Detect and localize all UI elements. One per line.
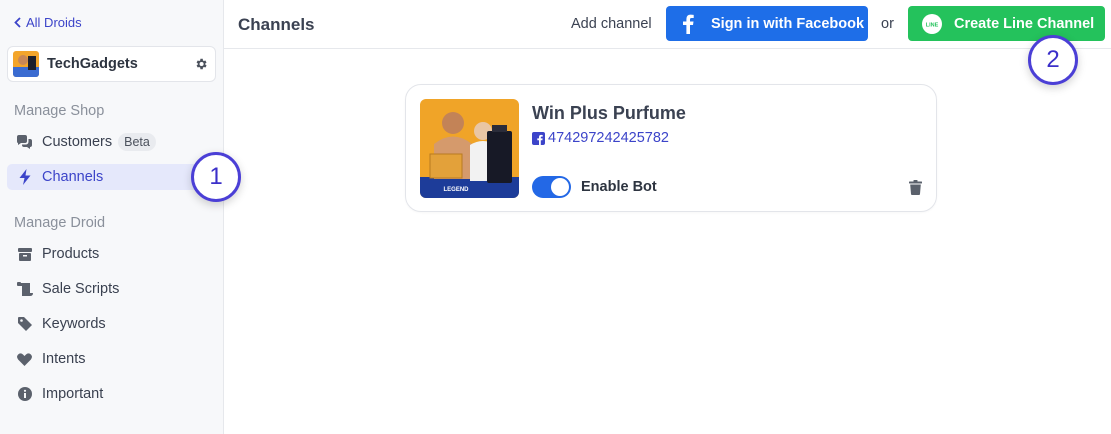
facebook-icon (683, 14, 694, 34)
page-title: Channels (238, 15, 315, 34)
add-channel-label: Add channel (571, 16, 652, 32)
sidebar-item-label: Sale Scripts (42, 281, 120, 297)
trash-icon[interactable] (909, 180, 922, 195)
sidebar-item-channels[interactable]: Channels (7, 164, 216, 190)
sidebar-item-label: Important (42, 386, 104, 402)
chat-icon (16, 134, 33, 151)
sidebar-item-sale-scripts[interactable]: Sale Scripts (7, 276, 216, 302)
box-icon (16, 246, 33, 263)
shop-avatar (13, 51, 39, 77)
or-label: or (881, 16, 894, 32)
sidebar-item-label: Channels (42, 169, 104, 185)
heart-icon (16, 351, 33, 368)
channel-page-id: 474297242425782 (548, 130, 669, 146)
sidebar-item-important[interactable]: Important (7, 381, 216, 407)
all-droids-link[interactable]: All Droids (14, 15, 82, 30)
facebook-square-icon (532, 131, 545, 145)
line-button-label: Create Line Channel (954, 15, 1095, 32)
sidebar-item-label: Intents (42, 351, 86, 367)
sidebar-item-intents[interactable]: Intents (7, 346, 216, 372)
channel-thumbnail: LEGEND (420, 99, 519, 198)
line-logo-text: LINE (926, 22, 939, 28)
scroll-icon (16, 281, 33, 298)
sidebar: All Droids TechGadgets Manage Shop Custo… (0, 0, 224, 434)
gear-icon[interactable] (194, 57, 208, 71)
section-manage-droid: Manage Droid (14, 215, 106, 231)
bolt-icon (16, 169, 33, 186)
top-bar: Channels Add channel Sign in with Facebo… (224, 0, 1111, 49)
sidebar-item-customers[interactable]: Customers Beta (7, 129, 216, 155)
sidebar-item-label: Keywords (42, 316, 106, 332)
tag-icon (16, 316, 33, 333)
create-line-channel-button[interactable]: LINE Create Line Channel (908, 6, 1105, 41)
shop-name: TechGadgets (47, 56, 138, 72)
enable-bot-toggle[interactable] (532, 176, 571, 198)
info-circle-icon (16, 386, 33, 403)
sidebar-item-products[interactable]: Products (7, 241, 216, 267)
sidebar-item-label: Customers (42, 134, 113, 150)
channel-page-link[interactable]: 474297242425782 (532, 130, 669, 146)
callout-badge-2: 2 (1028, 35, 1078, 85)
callout-badge-1: 1 (191, 152, 241, 202)
sidebar-item-keywords[interactable]: Keywords (7, 311, 216, 337)
shop-selector[interactable]: TechGadgets (7, 46, 216, 82)
thumbnail-text: LEGEND (443, 187, 469, 193)
enable-bot-label: Enable Bot (581, 179, 657, 195)
chevron-left-icon (14, 17, 21, 28)
sign-in-facebook-button[interactable]: Sign in with Facebook (666, 6, 868, 41)
line-icon: LINE (922, 13, 942, 34)
facebook-button-label: Sign in with Facebook (711, 15, 865, 32)
all-droids-label: All Droids (26, 15, 82, 30)
channel-card: LEGEND Win Plus Purfume 474297242425782 … (405, 84, 937, 212)
toggle-knob (551, 178, 569, 196)
channel-name: Win Plus Purfume (532, 103, 686, 123)
sidebar-item-label: Products (42, 246, 100, 262)
beta-badge: Beta (118, 133, 156, 151)
section-manage-shop: Manage Shop (14, 103, 105, 119)
